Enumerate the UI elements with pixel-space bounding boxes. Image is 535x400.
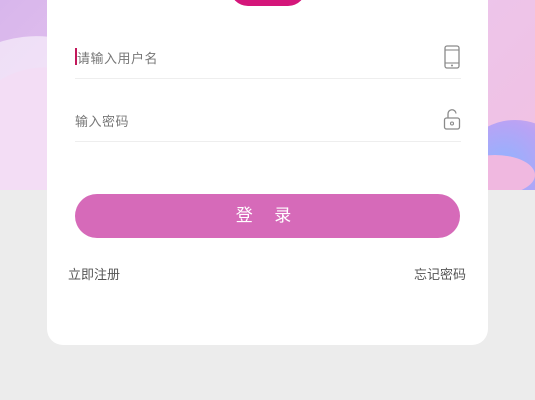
forgot-password-link[interactable]: 忘记密码	[414, 264, 466, 283]
password-field[interactable]: 输入密码	[75, 101, 461, 142]
unlock-icon	[443, 107, 461, 133]
login-button[interactable]: 登 录	[75, 194, 460, 238]
username-placeholder: 请输入用户名	[77, 52, 159, 67]
password-placeholder: 输入密码	[75, 115, 130, 130]
username-field[interactable]: 请输入用户名	[75, 38, 461, 79]
login-card: 请输入用户名 输入密码 登 录 立即注册 忘记密码	[47, 0, 488, 345]
register-link[interactable]: 立即注册	[68, 264, 120, 283]
mobile-phone-icon	[443, 44, 461, 70]
brand-logo	[230, 0, 306, 6]
